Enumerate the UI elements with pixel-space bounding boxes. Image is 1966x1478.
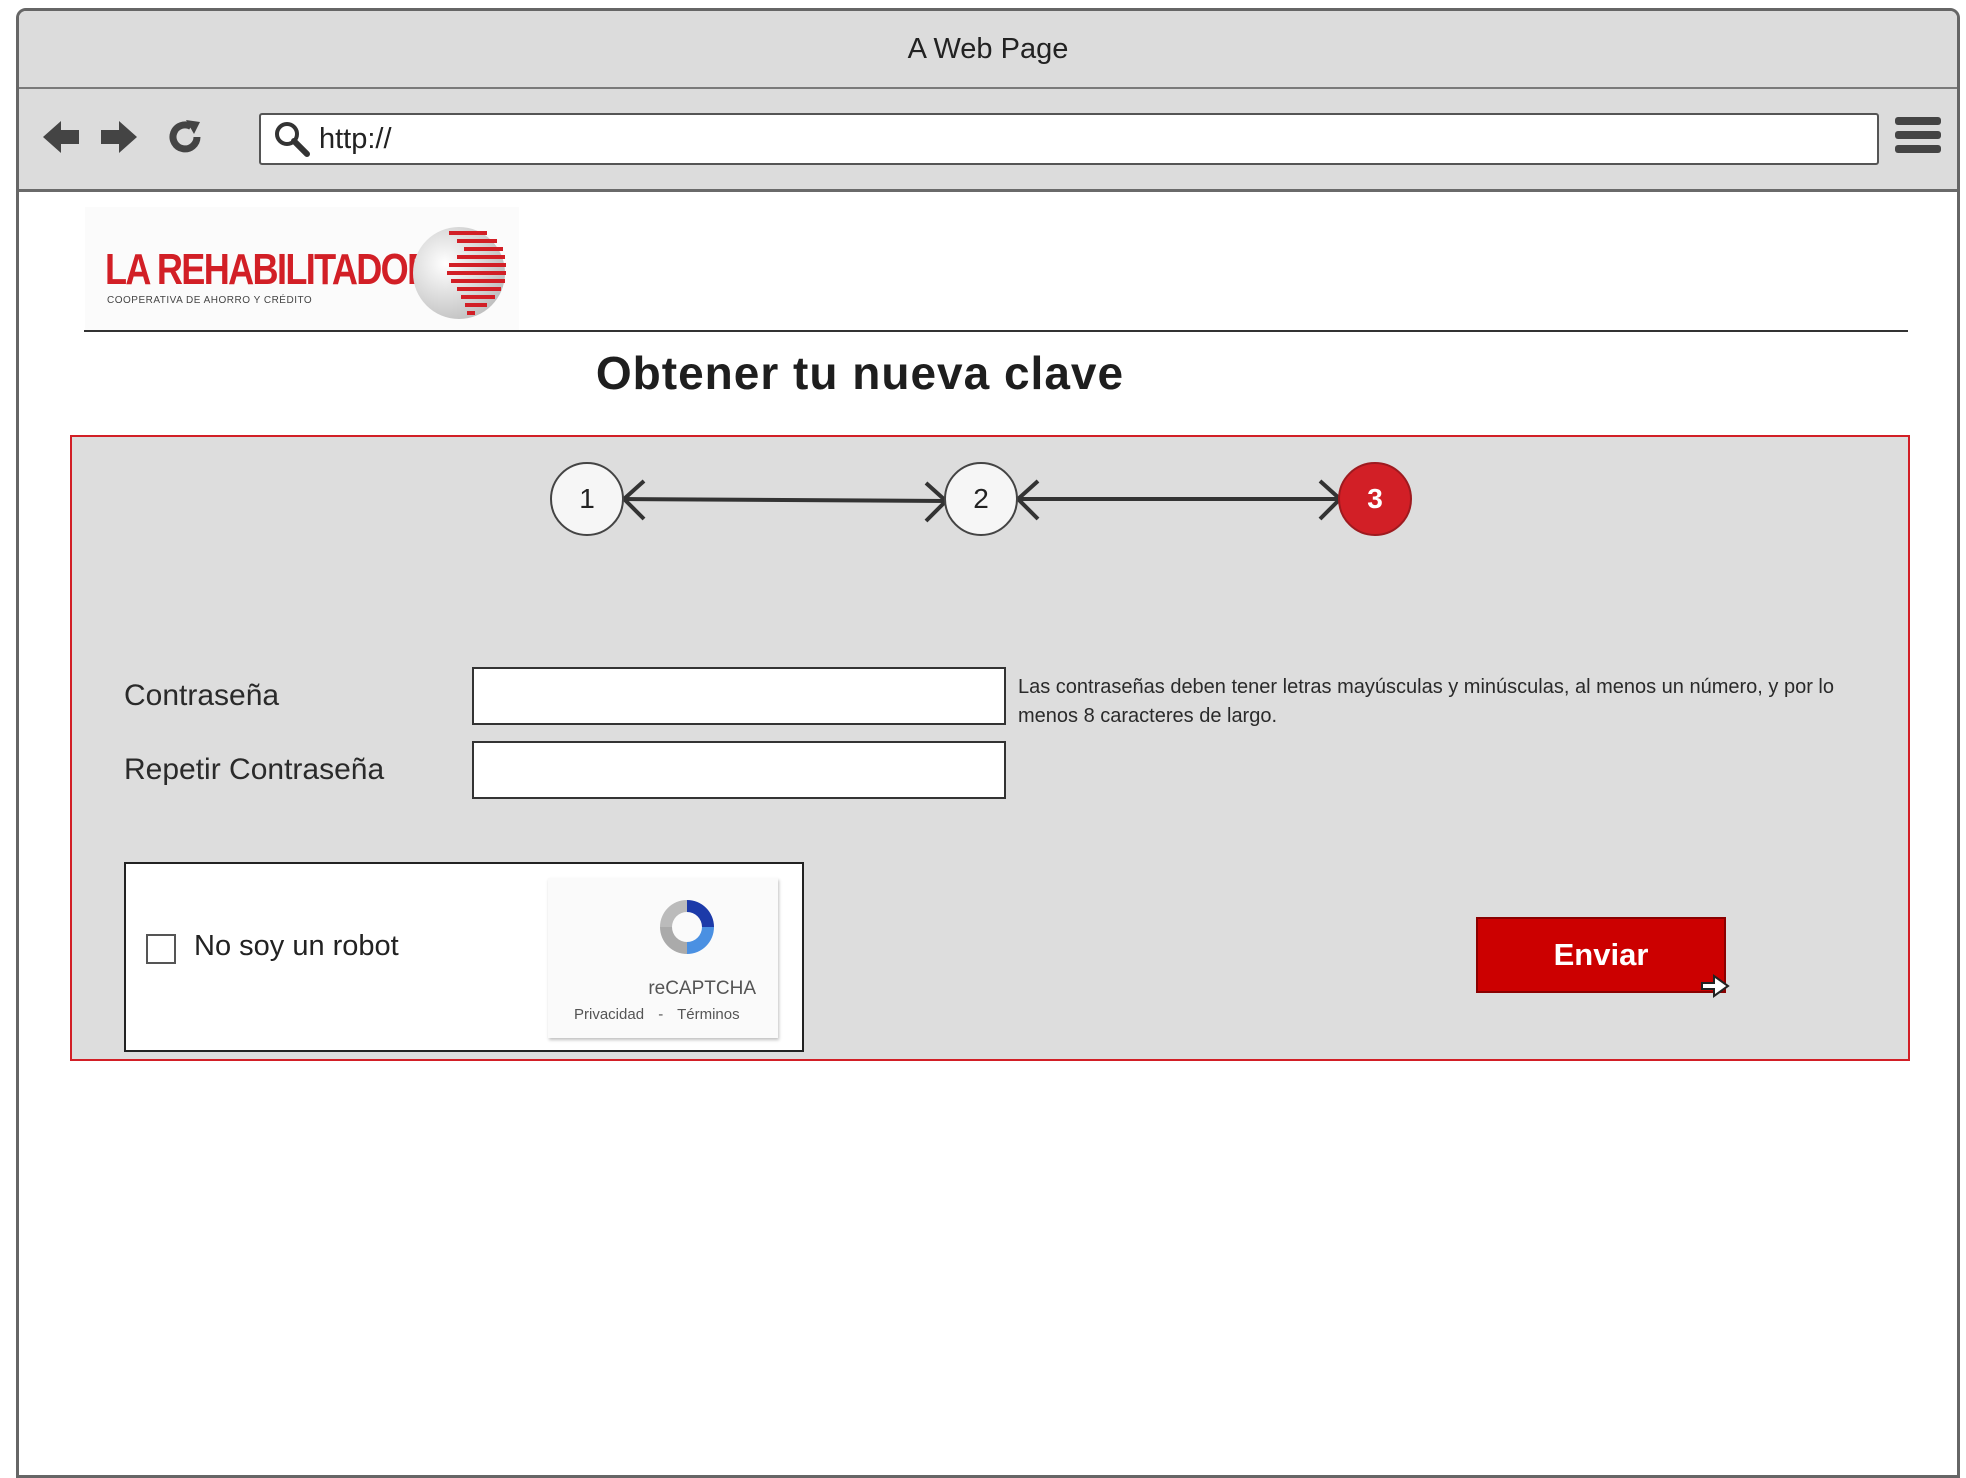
header-divider: [84, 330, 1908, 332]
window-titlebar: A Web Page: [19, 11, 1957, 89]
logo-name: LA REHABILITADORA: [105, 245, 458, 294]
brand-logo: LA REHABILITADORA COOPERATIVA DE AHORRO …: [85, 207, 519, 331]
url-input[interactable]: [315, 122, 1823, 156]
password-hint: Las contraseñas deben tener letras mayús…: [1018, 676, 1834, 727]
address-bar[interactable]: [259, 113, 1879, 165]
forward-button[interactable]: [95, 113, 143, 161]
step-2: 2: [944, 462, 1018, 536]
recaptcha-badge: reCAPTCHA Privacidad - Términos: [548, 878, 778, 1038]
recaptcha-links[interactable]: Privacidad - Términos: [574, 1006, 740, 1023]
back-button[interactable]: [37, 113, 85, 161]
logo-subtitle: COOPERATIVA DE AHORRO Y CRÉDITO: [107, 295, 313, 306]
arrow-right-icon: [101, 121, 137, 153]
captcha-checkbox[interactable]: [146, 934, 176, 964]
step-3-active: 3: [1338, 462, 1412, 536]
window-title: A Web Page: [907, 32, 1069, 65]
search-icon: [269, 116, 315, 162]
password-field[interactable]: [472, 667, 1006, 725]
repeat-password-field[interactable]: [472, 741, 1006, 799]
recaptcha-icon: [660, 900, 714, 954]
reload-icon: [169, 120, 201, 153]
form-panel: 1 2 3 Contraseña Las contraseñas deben t…: [70, 435, 1910, 1061]
submit-button[interactable]: Enviar: [1476, 917, 1726, 993]
reload-button[interactable]: [161, 113, 209, 161]
arrow-left-icon: [43, 121, 79, 153]
recaptcha-brand: reCAPTCHA: [648, 978, 756, 999]
globe-logo-icon: [413, 227, 506, 319]
page-title: Obtener tu nueva clave: [595, 347, 1125, 399]
captcha-checkbox-label[interactable]: No soy un robot: [194, 930, 399, 963]
recaptcha-widget: No soy un robot reCAPTCHA Privacidad - T…: [124, 862, 804, 1052]
repeat-password-label: Repetir Contraseña: [124, 753, 385, 786]
browser-toolbar: [19, 89, 1957, 192]
pointer-cursor-icon: [1701, 974, 1730, 998]
hamburger-menu-icon[interactable]: [1895, 117, 1941, 161]
password-label: Contraseña: [124, 679, 280, 712]
step-1: 1: [550, 462, 624, 536]
